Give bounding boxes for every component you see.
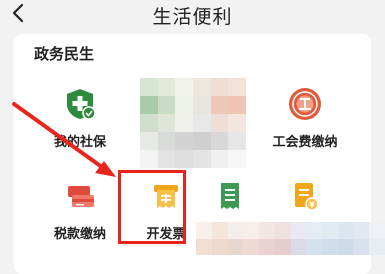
navigation-bar: 生活便利 bbox=[0, 0, 385, 30]
service-social-security[interactable]: 我的社保 bbox=[35, 86, 125, 150]
service-tax-payment[interactable]: 税款缴纳 bbox=[35, 178, 125, 242]
pixelated-overlay-bottom bbox=[196, 222, 385, 255]
svg-text:¥: ¥ bbox=[309, 201, 315, 210]
service-union-fee[interactable]: 工会费缴纳 bbox=[260, 86, 350, 150]
shield-plus-icon bbox=[67, 89, 96, 120]
receipt-list-icon bbox=[221, 183, 239, 209]
service-label: 工会费缴纳 bbox=[272, 135, 338, 150]
section-title: 政务民生 bbox=[34, 45, 95, 63]
coin-document-icon: ¥ bbox=[295, 183, 319, 211]
page-title: 生活便利 bbox=[152, 6, 233, 28]
highlight-box bbox=[118, 170, 186, 244]
pixelated-overlay bbox=[140, 78, 246, 168]
service-label: 税款缴纳 bbox=[53, 227, 106, 242]
service-label: 我的社保 bbox=[53, 135, 106, 150]
union-emblem-icon bbox=[289, 88, 321, 120]
tax-card-icon bbox=[68, 186, 94, 207]
service-coin-document[interactable]: ¥ bbox=[260, 178, 350, 214]
